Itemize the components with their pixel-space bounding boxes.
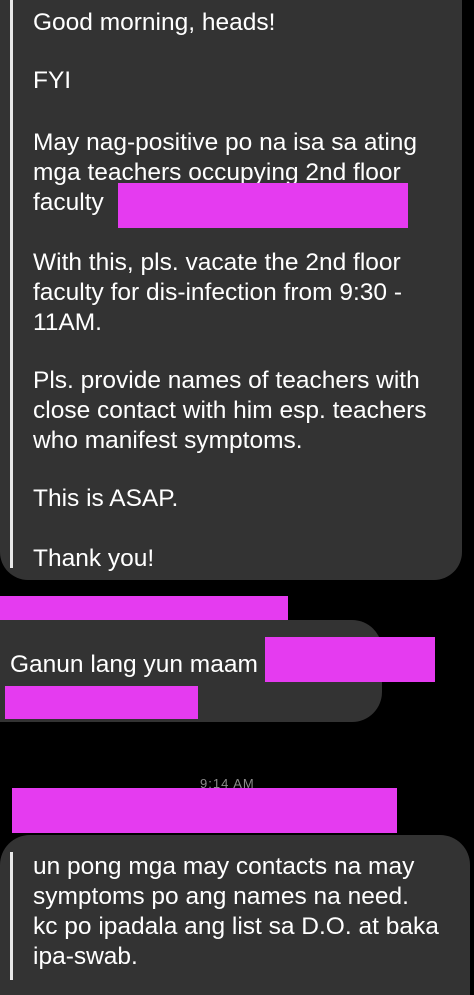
message-line: symptoms po ang names na need.	[33, 883, 409, 910]
message-line: This is ASAP.	[33, 485, 179, 512]
message-line: With this, pls. vacate the 2nd floor	[33, 249, 401, 276]
message-line: faculty for dis-infection from 9:30 -	[33, 279, 403, 306]
message-line: kc po ipadala ang list sa D.O. at baka	[33, 913, 439, 940]
message-line: close contact with him esp. teachers	[33, 397, 427, 424]
message-line: who manifest symptoms.	[33, 427, 303, 454]
message-line: Pls. provide names of teachers with	[33, 367, 420, 394]
message-line: 11AM.	[33, 309, 102, 336]
redaction-block	[12, 788, 397, 833]
redaction-block	[5, 686, 198, 719]
quote-bar	[10, 0, 13, 568]
message-line: Good morning, heads!	[33, 9, 276, 36]
message-line: Thank you!	[33, 545, 155, 572]
message-line: un pong mga may contacts na may	[33, 853, 415, 880]
redaction-block	[118, 183, 408, 228]
message-line: faculty	[33, 189, 104, 216]
message-line: ipa-swab.	[33, 943, 138, 970]
redaction-block	[265, 637, 435, 682]
quote-bar	[10, 852, 13, 980]
message-line: Ganun lang yun maam	[10, 651, 258, 678]
message-line: FYI	[33, 67, 72, 94]
message-line: May nag-positive po na isa sa ating	[33, 129, 418, 156]
